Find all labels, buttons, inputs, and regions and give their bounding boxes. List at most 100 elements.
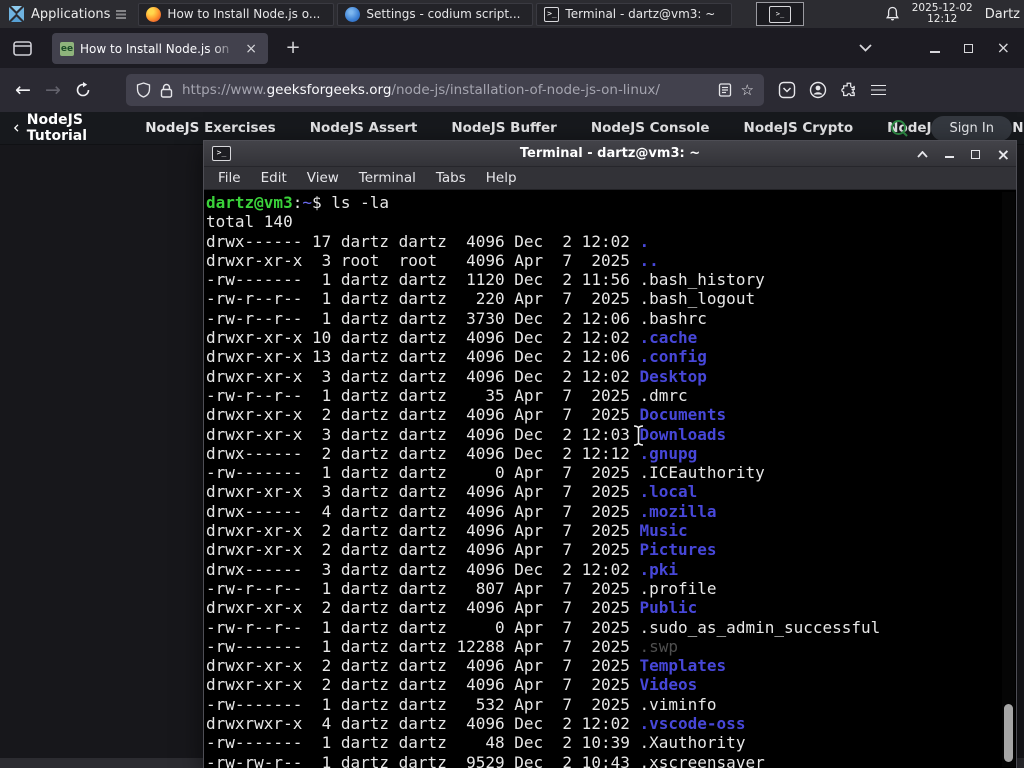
tracking-shield-icon[interactable] [136, 82, 151, 98]
terminal-output-line: drwxr-xr-x 10 dartz dartz 4096 Dec 2 12:… [206, 328, 1016, 347]
panel-user-label[interactable]: Dartz [985, 7, 1020, 22]
back-button[interactable]: ← [8, 75, 38, 105]
pocket-save-icon[interactable] [778, 81, 796, 99]
terminal-menu-item[interactable]: Edit [251, 170, 297, 186]
taskbar-window-label: How to Install Node.js o... [167, 7, 321, 21]
terminal-output-line: drwxr-xr-x 2 dartz dartz 4096 Apr 7 2025… [206, 598, 1016, 617]
line-columns: -rw-r--r-- 1 dartz dartz 807 Apr 7 2025 [206, 578, 640, 598]
line-columns: -rw------- 1 dartz dartz 0 Apr 7 2025 [206, 463, 640, 483]
file-name: Downloads [639, 424, 727, 444]
firefox-view-icon [12, 40, 32, 56]
taskbar: How to Install Node.js o... Settings - c… [138, 2, 733, 26]
bookmark-star-icon[interactable]: ☆ [741, 81, 754, 99]
terminal-output-line: drwxr-xr-x 3 root root 4096 Apr 7 2025 .… [206, 251, 1016, 270]
taskbar-window-button[interactable]: >_ Terminal - dartz@vm3: ~ [536, 2, 733, 26]
file-name: .dmrc [639, 385, 688, 405]
taskbar-window-button[interactable]: How to Install Node.js o... [138, 2, 335, 26]
list-all-tabs-button[interactable] [858, 44, 872, 52]
line-columns: -rw-r--r-- 1 dartz dartz 35 Apr 7 2025 [206, 385, 640, 405]
line-columns: -rw------- 1 dartz dartz 12288 Apr 7 202… [206, 636, 640, 656]
terminal-output-line: drwxr-xr-x 2 dartz dartz 4096 Apr 7 2025… [206, 405, 1016, 424]
terminal-output-line: drwxr-xr-x 3 dartz dartz 4096 Dec 2 12:0… [206, 367, 1016, 386]
terminal-output-line: drwx------ 4 dartz dartz 4096 Apr 7 2025… [206, 502, 1016, 521]
line-columns: drwxr-xr-x 3 dartz dartz 4096 Apr 7 2025 [206, 482, 640, 502]
sitenav-item[interactable]: NodeJS Assert [310, 120, 418, 136]
terminal-output-line: drwxr-xr-x 2 dartz dartz 4096 Apr 7 2025… [206, 540, 1016, 559]
firefox-view-button[interactable] [10, 37, 34, 59]
terminal-menu-item[interactable]: View [297, 170, 349, 186]
file-name: .gnupg [639, 443, 698, 463]
line-columns: drwxr-xr-x 2 dartz dartz 4096 Apr 7 2025 [206, 675, 640, 695]
new-tab-button[interactable]: + [280, 36, 306, 60]
top-panel: Applications How to Install Node.js o...… [0, 0, 1024, 28]
taskbar-window-label: Terminal - dartz@vm3: ~ [565, 7, 716, 21]
line-columns: drwx------ 17 dartz dartz 4096 Dec 2 12:… [206, 231, 640, 251]
line-columns: -rw-r--r-- 1 dartz dartz 220 Apr 7 2025 [206, 289, 640, 309]
minimize-button[interactable] [929, 44, 940, 53]
terminal-output-line: -rw------- 1 dartz dartz 48 Dec 2 10:39 … [206, 733, 1016, 752]
url-bar[interactable]: https://www.geeksforgeeks.org/node-js/in… [126, 74, 764, 106]
file-name: Videos [639, 675, 698, 695]
extensions-puzzle-icon[interactable] [840, 81, 858, 99]
terminal-menu-item[interactable]: Tabs [426, 170, 476, 186]
sitenav-right: Sign In [890, 115, 1012, 141]
sitenav-item[interactable]: NodeJS Console [591, 120, 710, 136]
workspace-switcher[interactable]: >_ [756, 2, 804, 26]
file-name: .sudo_as_admin_successful [639, 617, 881, 637]
reader-view-icon[interactable] [718, 83, 732, 97]
terminal-menu-item[interactable]: Terminal [349, 170, 426, 186]
line-columns: drwxr-xr-x 10 dartz dartz 4096 Dec 2 12:… [206, 328, 640, 348]
sitenav-item[interactable]: NodeJS Exercises [145, 120, 275, 136]
close-button[interactable]: × [997, 40, 1010, 56]
line-columns: drwx------ 3 dartz dartz 4096 Dec 2 12:0… [206, 559, 640, 579]
sitenav-item[interactable]: Node [1012, 120, 1024, 136]
sitenav-back-label: NodeJS Tutorial [26, 112, 88, 144]
sign-in-button[interactable]: Sign In [931, 115, 1012, 141]
terminal-close-button[interactable]: × [997, 146, 1010, 162]
app-menu-icon[interactable] [871, 84, 886, 96]
terminal-titlebar[interactable]: >_ Terminal - dartz@vm3: ~ × [204, 141, 1016, 167]
line-columns: -rw------- 1 dartz dartz 1120 Dec 2 11:5… [206, 270, 640, 290]
terminal-maximize-button[interactable] [970, 149, 980, 159]
forward-button[interactable]: → [38, 75, 68, 105]
browser-tab-active[interactable]: ee How to Install Node.js on × [52, 33, 268, 64]
sitenav-item[interactable]: NodeJS Buffer [451, 120, 557, 136]
notification-bell-icon[interactable] [885, 6, 900, 22]
applications-menu-button[interactable]: Applications [0, 0, 134, 28]
shade-chevron-up-icon[interactable] [916, 150, 928, 158]
file-name: .Xauthority [639, 733, 746, 753]
terminal-menu-item[interactable]: File [208, 170, 251, 186]
account-icon[interactable] [809, 81, 827, 99]
tab-close-icon[interactable]: × [242, 41, 260, 57]
terminal-menu-item[interactable]: Help [476, 170, 527, 186]
panel-clock[interactable]: 2025-12-02 12:12 [912, 2, 973, 26]
reload-button[interactable] [68, 75, 98, 105]
terminal-scrollbar[interactable] [1002, 192, 1015, 767]
search-icon[interactable] [890, 119, 909, 138]
terminal-scrollbar-thumb[interactable] [1004, 704, 1013, 762]
file-name: Public [639, 598, 698, 618]
prompt-cwd: ~ [302, 193, 312, 212]
taskbar-window-button[interactable]: Settings - codium script... [337, 2, 534, 26]
clock-time: 12:12 [927, 13, 958, 25]
prompt-command: ls -la [331, 193, 390, 212]
terminal-output-line: drwxr-xr-x 2 dartz dartz 4096 Apr 7 2025… [206, 656, 1016, 675]
terminal-window-icon: >_ [212, 146, 231, 161]
terminal-output-line: drwxr-xr-x 2 dartz dartz 4096 Apr 7 2025… [206, 521, 1016, 540]
maximize-button[interactable] [963, 43, 973, 53]
menu-lines-icon [116, 9, 127, 19]
url-text[interactable]: https://www.geeksforgeeks.org/node-js/in… [182, 82, 709, 98]
reload-icon [76, 82, 90, 97]
terminal-minimize-button[interactable] [944, 150, 954, 158]
file-name: Templates [639, 656, 727, 676]
lock-icon[interactable] [160, 83, 173, 98]
gfg-favicon: ee [60, 41, 74, 56]
sitenav-item[interactable]: NodeJS Crypto [744, 120, 854, 136]
terminal-content[interactable]: dartz@vm3:~$ ls -la total 140 drwx------… [204, 191, 1016, 768]
line-columns: drwxr-xr-x 3 dartz dartz 4096 Dec 2 12:0… [206, 366, 640, 386]
line-columns: -rw-rw-r-- 1 dartz dartz 9529 Dec 2 10:4… [206, 752, 640, 768]
desktop: Applications How to Install Node.js o...… [0, 0, 1024, 768]
terminal-listing: drwx------ 17 dartz dartz 4096 Dec 2 12:… [206, 232, 1016, 768]
sitenav-back-link[interactable]: NodeJS Tutorial [14, 112, 91, 144]
distro-logo-icon [9, 6, 24, 22]
